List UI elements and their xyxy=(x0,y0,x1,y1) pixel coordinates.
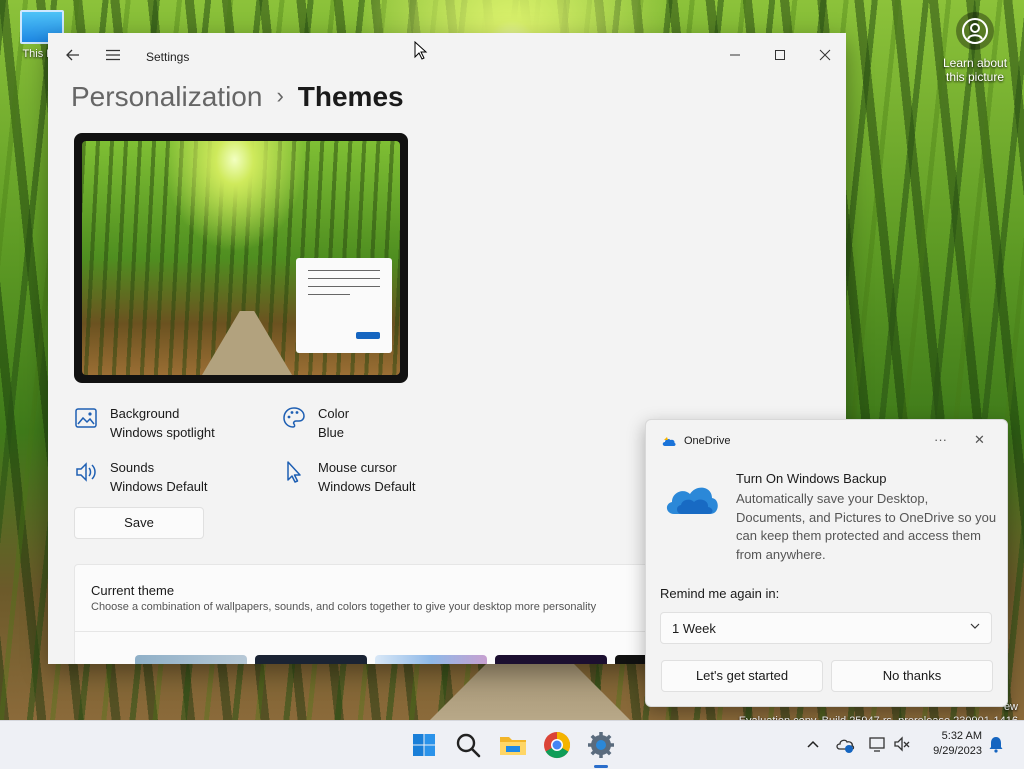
lets-get-started-button[interactable]: Let's get started xyxy=(661,660,823,692)
volume-muted-icon[interactable] xyxy=(892,734,912,754)
taskbar-clock[interactable]: 5:32 AM 9/29/2023 xyxy=(918,729,982,759)
no-thanks-button[interactable]: No thanks xyxy=(831,660,993,692)
speaker-icon xyxy=(76,462,96,482)
chevron-up-icon[interactable] xyxy=(803,734,823,754)
file-explorer-icon[interactable] xyxy=(497,729,529,761)
notification-app-name: OneDrive xyxy=(684,435,731,447)
notification-body: Automatically save your Desktop, Documen… xyxy=(736,491,997,562)
remind-interval-value: 1 Week xyxy=(672,621,716,636)
settings-gear-icon[interactable] xyxy=(585,729,617,761)
mouse-cursor-icon xyxy=(287,461,301,483)
onedrive-small-icon xyxy=(662,437,676,446)
more-options-button[interactable]: ··· xyxy=(934,432,947,447)
learn-about-picture-icon xyxy=(956,12,994,50)
search-icon[interactable] xyxy=(452,729,484,761)
background-setting[interactable]: Background Windows spotlight xyxy=(74,404,215,442)
close-icon xyxy=(819,49,831,61)
taskbar: 5:32 AM 9/29/2023 xyxy=(0,720,1024,769)
remind-label: Remind me again in: xyxy=(660,586,780,601)
color-setting[interactable]: Color Blue xyxy=(282,404,349,442)
color-label: Color xyxy=(318,406,350,421)
clock-date: 9/29/2023 xyxy=(933,745,982,757)
theme-preview-wallpaper xyxy=(82,141,400,375)
network-icon[interactable] xyxy=(867,734,887,754)
notification-title: Turn On Windows Backup xyxy=(736,471,887,486)
current-theme-description: Choose a combination of wallpapers, soun… xyxy=(91,601,597,613)
theme-preview xyxy=(74,133,408,383)
sounds-value: Windows Default xyxy=(110,479,208,494)
breadcrumb: Personalization › Themes xyxy=(71,81,404,113)
mouse-cursor-setting[interactable]: Mouse cursor Windows Default xyxy=(282,458,416,496)
sounds-setting[interactable]: Sounds Windows Default xyxy=(74,458,208,496)
background-value: Windows spotlight xyxy=(110,425,215,440)
background-label: Background xyxy=(110,406,180,421)
mouse-cursor-label: Mouse cursor xyxy=(318,460,397,475)
onedrive-notification: OneDrive ··· ✕ Turn On Windows Backup Au… xyxy=(645,419,1008,707)
learn-about-picture[interactable]: Learn about this picture xyxy=(940,12,1010,84)
navigation-menu-button[interactable] xyxy=(104,47,122,65)
color-value: Blue xyxy=(318,425,345,440)
breadcrumb-chevron-icon: › xyxy=(276,83,284,108)
current-theme-title: Current theme xyxy=(91,583,175,598)
clock-time: 5:32 AM xyxy=(941,730,982,742)
onedrive-tray-icon[interactable] xyxy=(835,734,855,754)
theme-thumbnail[interactable] xyxy=(375,655,487,664)
settings-app-title: Settings xyxy=(146,50,190,64)
save-theme-button[interactable]: Save xyxy=(74,507,204,539)
onedrive-cloud-icon xyxy=(666,487,718,514)
minimize-icon xyxy=(730,54,740,56)
preview-accent-button xyxy=(356,332,380,339)
maximize-button[interactable] xyxy=(771,47,789,65)
notification-close-button[interactable]: ✕ xyxy=(974,432,985,448)
theme-thumbnail[interactable] xyxy=(255,655,367,664)
page-title: Themes xyxy=(297,81,404,112)
learn-about-picture-label: Learn about this picture xyxy=(942,56,1008,84)
picture-icon xyxy=(75,408,97,428)
mouse-cursor-value: Windows Default xyxy=(318,479,416,494)
mouse-pointer-icon xyxy=(414,41,428,60)
notification-bell-icon[interactable] xyxy=(986,734,1006,754)
close-button[interactable] xyxy=(816,47,834,65)
remind-interval-dropdown[interactable]: 1 Week xyxy=(660,612,992,644)
theme-thumbnail[interactable] xyxy=(495,655,607,664)
preview-line xyxy=(308,278,380,279)
maximize-icon xyxy=(775,50,785,60)
arrow-left-icon xyxy=(66,49,79,61)
hamburger-icon xyxy=(106,49,120,61)
chrome-icon[interactable] xyxy=(541,729,573,761)
preview-window-card xyxy=(296,258,392,353)
sounds-label: Sounds xyxy=(110,460,155,475)
preview-line xyxy=(308,270,380,271)
minimize-button[interactable] xyxy=(726,47,744,65)
preview-line xyxy=(308,286,380,287)
breadcrumb-personalization[interactable]: Personalization xyxy=(71,81,262,112)
start-windows-icon[interactable] xyxy=(408,729,440,761)
preview-path xyxy=(202,311,292,375)
settings-titlebar[interactable]: Settings xyxy=(48,33,846,79)
preview-line xyxy=(308,294,350,295)
palette-icon xyxy=(283,407,305,428)
theme-thumbnail[interactable] xyxy=(135,655,247,664)
chevron-down-icon xyxy=(970,623,980,629)
back-button[interactable] xyxy=(64,47,82,65)
